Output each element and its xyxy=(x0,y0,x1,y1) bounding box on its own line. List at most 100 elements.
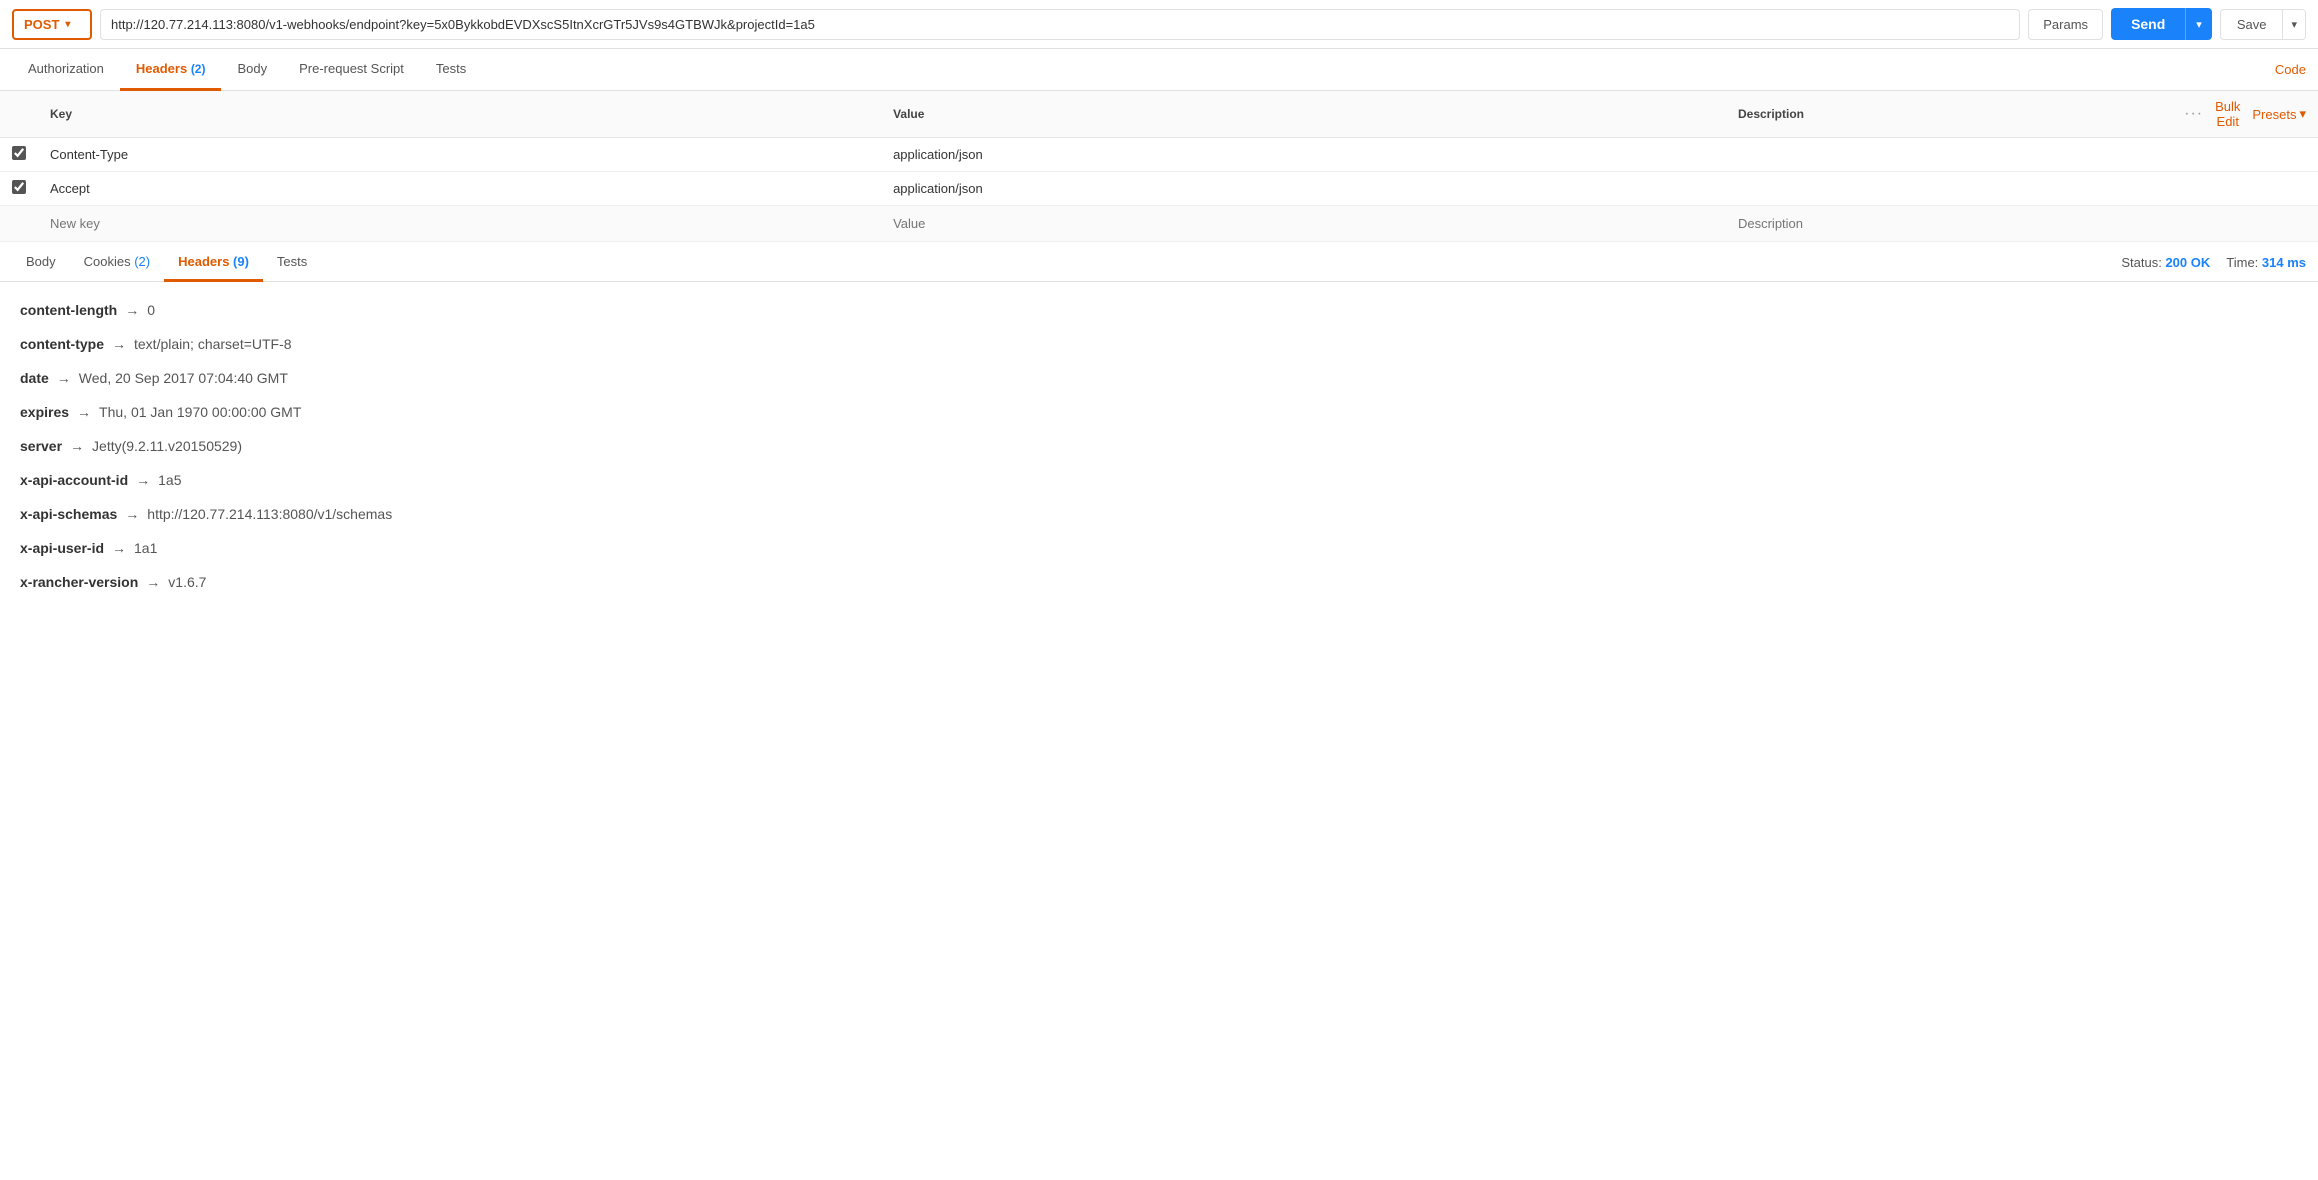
row2-value: application/json xyxy=(881,172,1726,206)
col-checkbox xyxy=(0,91,38,138)
bulk-edit-button[interactable]: Bulk Edit xyxy=(2215,99,2240,129)
headers-badge: (2) xyxy=(191,62,206,76)
col-key: Key xyxy=(38,91,881,138)
top-bar: POST ▾ Params Send ▾ Save ▾ xyxy=(0,0,2318,49)
row1-checkbox[interactable] xyxy=(12,146,26,160)
method-chevron-icon: ▾ xyxy=(65,19,70,30)
resp-header-key: date xyxy=(20,370,49,386)
save-button[interactable]: Save xyxy=(2221,10,2283,39)
tab-tests[interactable]: Tests xyxy=(420,49,482,91)
new-description-input[interactable] xyxy=(1738,214,2160,233)
status-label: Status: 200 OK xyxy=(2121,255,2210,270)
request-tabs: Authorization Headers (2) Body Pre-reque… xyxy=(0,49,2318,91)
new-desc-cell xyxy=(1726,206,2172,242)
row1-checkbox-cell xyxy=(0,138,38,172)
new-actions-cell xyxy=(2172,206,2318,242)
row2-actions xyxy=(2172,172,2318,206)
new-row-checkbox-cell xyxy=(0,206,38,242)
tab-body[interactable]: Body xyxy=(221,49,283,91)
response-header-row: expires → Thu, 01 Jan 1970 00:00:00 GMT xyxy=(20,404,2298,420)
time-label: Time: 314 ms xyxy=(2226,255,2306,270)
arrow-icon: → xyxy=(112,336,126,352)
arrow-icon: → xyxy=(136,472,150,488)
resp-header-key: x-api-schemas xyxy=(20,506,117,522)
resp-header-value: text/plain; charset=UTF-8 xyxy=(134,336,292,352)
save-dropdown-button[interactable]: ▾ xyxy=(2282,10,2305,39)
resp-header-key: content-type xyxy=(20,336,104,352)
resp-header-key: x-api-user-id xyxy=(20,540,104,556)
presets-label: Presets xyxy=(2252,107,2296,122)
send-dropdown-button[interactable]: ▾ xyxy=(2185,8,2212,40)
tab-pre-request-script[interactable]: Pre-request Script xyxy=(283,49,420,91)
presets-button[interactable]: Presets ▾ xyxy=(2252,106,2306,122)
response-header-row: x-api-account-id → 1a5 xyxy=(20,472,2298,488)
response-header-row: content-type → text/plain; charset=UTF-8 xyxy=(20,336,2298,352)
row1-description xyxy=(1726,138,2172,172)
arrow-icon: → xyxy=(112,540,126,556)
row2-description xyxy=(1726,172,2172,206)
col-value: Value xyxy=(881,91,1726,138)
resp-header-value: 1a1 xyxy=(134,540,157,556)
tab-headers[interactable]: Headers (2) xyxy=(120,49,222,91)
new-value-cell xyxy=(881,206,1726,242)
save-button-group: Save ▾ xyxy=(2220,9,2306,40)
time-value: 314 ms xyxy=(2262,255,2306,270)
table-row: Content-Type application/json xyxy=(0,138,2318,172)
resp-header-key: expires xyxy=(20,404,69,420)
arrow-icon: → xyxy=(70,438,84,454)
response-header-row: x-api-user-id → 1a1 xyxy=(20,540,2298,556)
presets-chevron-icon: ▾ xyxy=(2299,106,2306,122)
resp-header-value: Wed, 20 Sep 2017 07:04:40 GMT xyxy=(79,370,288,386)
col-description: Description xyxy=(1726,91,2172,138)
row2-checkbox[interactable] xyxy=(12,180,26,194)
params-button[interactable]: Params xyxy=(2028,9,2103,40)
response-tabs: Body Cookies (2) Headers (9) Tests Statu… xyxy=(0,244,2318,282)
response-header-row: x-api-schemas → http://120.77.214.113:80… xyxy=(20,506,2298,522)
response-header-row: content-length → 0 xyxy=(20,302,2298,318)
new-key-input[interactable] xyxy=(50,214,869,233)
new-key-cell xyxy=(38,206,881,242)
response-tab-body[interactable]: Body xyxy=(12,244,70,282)
send-button[interactable]: Send xyxy=(2111,8,2185,40)
response-header-row: x-rancher-version → v1.6.7 xyxy=(20,574,2298,590)
response-header-row: server → Jetty(9.2.11.v20150529) xyxy=(20,438,2298,454)
more-options-button[interactable]: ··· xyxy=(2184,105,2203,123)
row2-key: Accept xyxy=(38,172,881,206)
send-button-group: Send ▾ xyxy=(2111,8,2212,40)
response-tab-tests[interactable]: Tests xyxy=(263,244,321,282)
resp-header-key: x-rancher-version xyxy=(20,574,138,590)
resp-header-value: 1a5 xyxy=(158,472,181,488)
resp-header-value: 0 xyxy=(147,302,155,318)
response-body: content-length → 0 content-type → text/pl… xyxy=(0,282,2318,628)
resp-header-key: x-api-account-id xyxy=(20,472,128,488)
arrow-icon: → xyxy=(146,574,160,590)
tab-authorization[interactable]: Authorization xyxy=(12,49,120,91)
method-button[interactable]: POST ▾ xyxy=(12,9,92,40)
response-tab-cookies[interactable]: Cookies (2) xyxy=(70,244,164,282)
url-input[interactable] xyxy=(100,9,2020,40)
response-header-row: date → Wed, 20 Sep 2017 07:04:40 GMT xyxy=(20,370,2298,386)
resp-header-value: Thu, 01 Jan 1970 00:00:00 GMT xyxy=(99,404,301,420)
col-actions: ··· Bulk Edit Presets ▾ xyxy=(2172,91,2318,138)
status-area: Status: 200 OK Time: 314 ms xyxy=(2121,255,2306,270)
headers-table: Key Value Description ··· Bulk Edit Pres… xyxy=(0,91,2318,242)
code-link[interactable]: Code xyxy=(2275,62,2306,77)
table-row: Accept application/json xyxy=(0,172,2318,206)
response-headers-badge: (9) xyxy=(233,254,249,269)
method-label: POST xyxy=(24,17,59,32)
new-key-row xyxy=(0,206,2318,242)
resp-header-value: http://120.77.214.113:8080/v1/schemas xyxy=(147,506,392,522)
arrow-icon: → xyxy=(77,404,91,420)
resp-header-value: Jetty(9.2.11.v20150529) xyxy=(92,438,242,454)
response-tab-headers[interactable]: Headers (9) xyxy=(164,244,263,282)
row1-key: Content-Type xyxy=(38,138,881,172)
row2-checkbox-cell xyxy=(0,172,38,206)
resp-header-key: content-length xyxy=(20,302,117,318)
arrow-icon: → xyxy=(125,302,139,318)
new-value-input[interactable] xyxy=(893,214,1714,233)
arrow-icon: → xyxy=(125,506,139,522)
arrow-icon: → xyxy=(57,370,71,386)
row1-value: application/json xyxy=(881,138,1726,172)
resp-header-key: server xyxy=(20,438,62,454)
resp-header-value: v1.6.7 xyxy=(168,574,206,590)
